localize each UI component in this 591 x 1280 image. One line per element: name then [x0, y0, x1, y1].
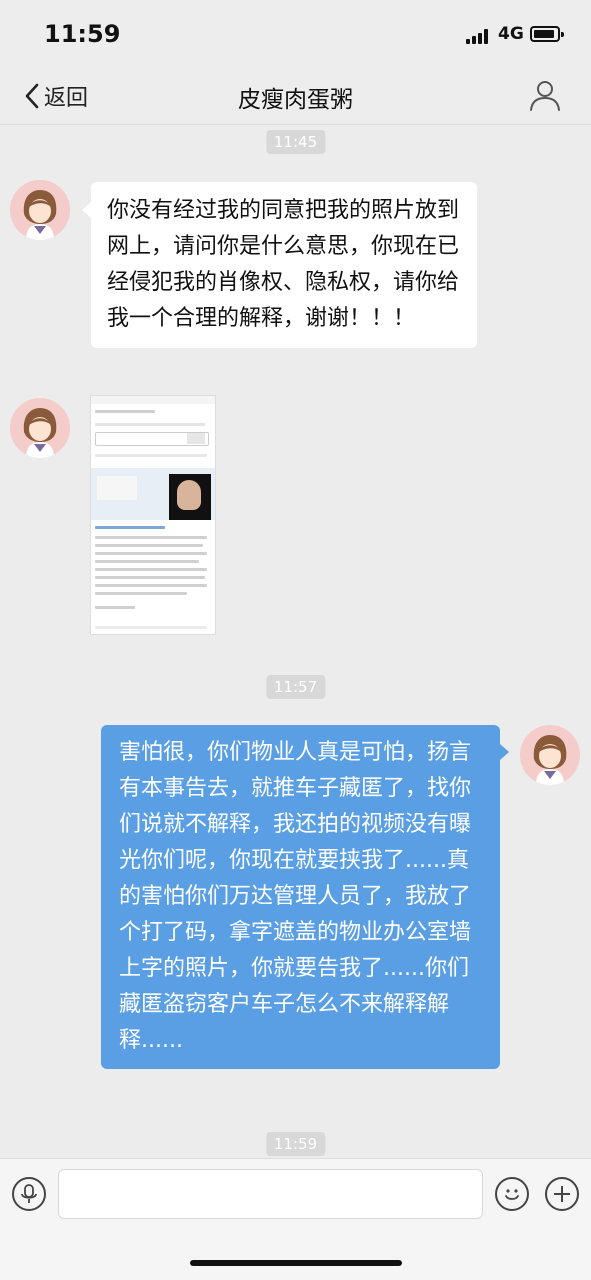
home-indicator[interactable] — [190, 1260, 402, 1266]
timestamp: 11:45 — [265, 130, 326, 154]
avatar[interactable] — [10, 180, 70, 240]
message-bubble-received[interactable]: 你没有经过我的同意把我的照片放到网上，请问你是什么意思，你现在已经侵犯我的肖像权… — [91, 182, 477, 348]
smiley-icon — [505, 1189, 519, 1200]
status-time: 11:59 — [44, 20, 121, 48]
chat-title: 皮瘦肉蛋粥 — [238, 87, 353, 113]
bubble-tail — [82, 202, 91, 218]
network-type: 4G — [498, 24, 524, 44]
signal-icon — [466, 28, 494, 44]
avatar-illustration — [520, 725, 580, 785]
avatar-illustration — [10, 180, 70, 240]
timestamp: 11:57 — [265, 675, 326, 699]
person-icon[interactable] — [528, 78, 562, 112]
avatar-illustration — [10, 398, 70, 458]
message-bubble-sent[interactable]: 害怕很，你们物业人真是可怕，扬言有本事告去，就推车子藏匿了，找你们说就不解释，我… — [101, 725, 500, 1069]
timestamp: 11:59 — [265, 1132, 326, 1156]
more-button[interactable] — [545, 1177, 579, 1211]
emoji-button[interactable] — [495, 1177, 529, 1211]
message-input[interactable] — [58, 1169, 483, 1219]
bubble-tail — [500, 744, 509, 760]
voice-icon — [21, 1184, 37, 1203]
avatar[interactable] — [10, 398, 70, 458]
chat-header: 返回 皮瘦肉蛋粥 — [0, 68, 591, 125]
plus-icon — [554, 1186, 570, 1202]
voice-button[interactable] — [12, 1177, 46, 1211]
status-bar: 11:59 4G — [0, 0, 591, 68]
avatar[interactable] — [520, 725, 580, 785]
image-message-thumbnail[interactable] — [90, 395, 216, 635]
battery-icon — [530, 26, 564, 42]
